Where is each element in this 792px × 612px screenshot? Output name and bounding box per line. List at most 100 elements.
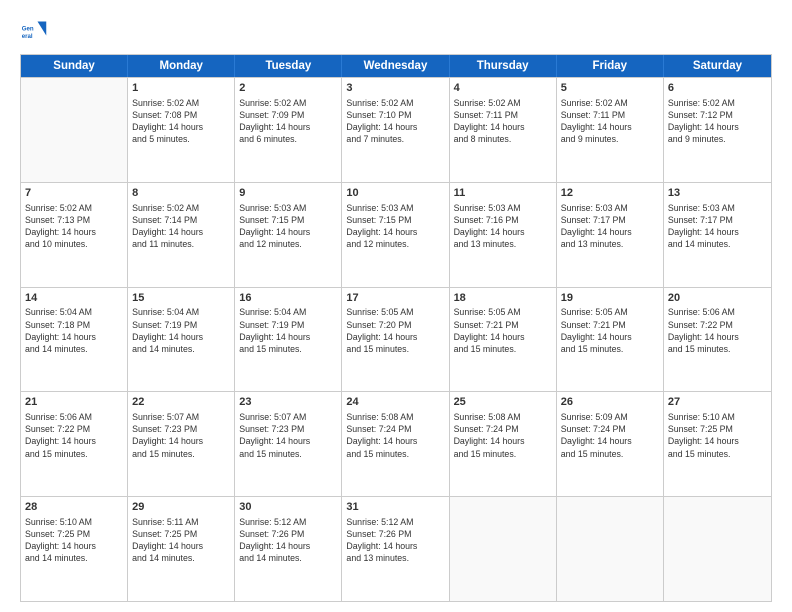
calendar-row-2: 14Sunrise: 5:04 AMSunset: 7:18 PMDayligh… [21,287,771,392]
cell-text-line: Sunset: 7:17 PM [668,214,767,226]
cell-text-line: Daylight: 14 hours [561,435,659,447]
cell-text-line: Sunrise: 5:02 AM [454,97,552,109]
day-cell-31: 31Sunrise: 5:12 AMSunset: 7:26 PMDayligh… [342,497,449,601]
cell-text-line: Sunrise: 5:04 AM [25,306,123,318]
cell-text-line: Daylight: 14 hours [454,226,552,238]
cell-text-line: Daylight: 14 hours [132,331,230,343]
cell-text-line: Sunset: 7:14 PM [132,214,230,226]
cell-text-line: Sunset: 7:19 PM [132,319,230,331]
day-cell-25: 25Sunrise: 5:08 AMSunset: 7:24 PMDayligh… [450,392,557,496]
cell-text-line: Sunset: 7:22 PM [25,423,123,435]
empty-cell-4-5 [557,497,664,601]
svg-text:Gen: Gen [22,25,34,32]
cell-text-line: Daylight: 14 hours [454,435,552,447]
day-number: 20 [668,291,767,306]
cell-text-line: Sunrise: 5:05 AM [454,306,552,318]
cell-text-line: and 9 minutes. [668,133,767,145]
cell-text-line: Sunset: 7:11 PM [561,109,659,121]
cell-text-line: and 14 minutes. [239,552,337,564]
day-number: 12 [561,186,659,201]
header-day-monday: Monday [128,55,235,77]
cell-text-line: Daylight: 14 hours [25,435,123,447]
cell-text-line: Daylight: 14 hours [239,226,337,238]
cell-text-line: Sunrise: 5:02 AM [561,97,659,109]
cell-text-line: Sunrise: 5:02 AM [239,97,337,109]
day-cell-14: 14Sunrise: 5:04 AMSunset: 7:18 PMDayligh… [21,288,128,392]
day-number: 7 [25,186,123,201]
day-cell-18: 18Sunrise: 5:05 AMSunset: 7:21 PMDayligh… [450,288,557,392]
day-cell-19: 19Sunrise: 5:05 AMSunset: 7:21 PMDayligh… [557,288,664,392]
cell-text-line: and 15 minutes. [346,343,444,355]
cell-text-line: Sunset: 7:21 PM [454,319,552,331]
cell-text-line: Sunrise: 5:03 AM [239,202,337,214]
header-day-friday: Friday [557,55,664,77]
cell-text-line: and 13 minutes. [561,238,659,250]
cell-text-line: Daylight: 14 hours [346,121,444,133]
cell-text-line: Daylight: 14 hours [561,226,659,238]
cell-text-line: Daylight: 14 hours [668,435,767,447]
day-number: 22 [132,395,230,410]
day-number: 21 [25,395,123,410]
cell-text-line: Sunset: 7:25 PM [132,528,230,540]
day-cell-21: 21Sunrise: 5:06 AMSunset: 7:22 PMDayligh… [21,392,128,496]
day-number: 16 [239,291,337,306]
day-cell-5: 5Sunrise: 5:02 AMSunset: 7:11 PMDaylight… [557,78,664,182]
cell-text-line: Daylight: 14 hours [346,331,444,343]
cell-text-line: Daylight: 14 hours [25,226,123,238]
cell-text-line: and 14 minutes. [132,552,230,564]
cell-text-line: and 15 minutes. [561,343,659,355]
cell-text-line: and 14 minutes. [668,238,767,250]
calendar-header: SundayMondayTuesdayWednesdayThursdayFrid… [21,55,771,77]
cell-text-line: Daylight: 14 hours [132,540,230,552]
day-cell-11: 11Sunrise: 5:03 AMSunset: 7:16 PMDayligh… [450,183,557,287]
day-number: 15 [132,291,230,306]
header-day-saturday: Saturday [664,55,771,77]
cell-text-line: Sunset: 7:08 PM [132,109,230,121]
cell-text-line: Sunrise: 5:12 AM [239,516,337,528]
cell-text-line: Daylight: 14 hours [561,121,659,133]
day-cell-8: 8Sunrise: 5:02 AMSunset: 7:14 PMDaylight… [128,183,235,287]
cell-text-line: Sunrise: 5:02 AM [25,202,123,214]
day-cell-13: 13Sunrise: 5:03 AMSunset: 7:17 PMDayligh… [664,183,771,287]
day-number: 28 [25,500,123,515]
cell-text-line: and 15 minutes. [668,448,767,460]
cell-text-line: and 8 minutes. [454,133,552,145]
logo: Gen eral [20,18,52,46]
cell-text-line: and 14 minutes. [25,343,123,355]
cell-text-line: Daylight: 14 hours [132,226,230,238]
calendar-row-3: 21Sunrise: 5:06 AMSunset: 7:22 PMDayligh… [21,391,771,496]
day-cell-26: 26Sunrise: 5:09 AMSunset: 7:24 PMDayligh… [557,392,664,496]
cell-text-line: Daylight: 14 hours [668,331,767,343]
cell-text-line: and 9 minutes. [561,133,659,145]
cell-text-line: Sunset: 7:16 PM [454,214,552,226]
cell-text-line: Sunrise: 5:09 AM [561,411,659,423]
cell-text-line: and 15 minutes. [454,343,552,355]
cell-text-line: Sunrise: 5:05 AM [346,306,444,318]
cell-text-line: Daylight: 14 hours [346,226,444,238]
day-number: 2 [239,81,337,96]
cell-text-line: Sunrise: 5:08 AM [454,411,552,423]
empty-cell-4-6 [664,497,771,601]
cell-text-line: and 12 minutes. [346,238,444,250]
day-cell-3: 3Sunrise: 5:02 AMSunset: 7:10 PMDaylight… [342,78,449,182]
cell-text-line: and 11 minutes. [132,238,230,250]
cell-text-line: Daylight: 14 hours [668,226,767,238]
cell-text-line: Sunrise: 5:12 AM [346,516,444,528]
header-day-thursday: Thursday [450,55,557,77]
day-cell-7: 7Sunrise: 5:02 AMSunset: 7:13 PMDaylight… [21,183,128,287]
cell-text-line: Sunset: 7:09 PM [239,109,337,121]
cell-text-line: and 10 minutes. [25,238,123,250]
cell-text-line: Sunrise: 5:03 AM [668,202,767,214]
day-number: 24 [346,395,444,410]
cell-text-line: Sunset: 7:25 PM [25,528,123,540]
cell-text-line: Sunset: 7:17 PM [561,214,659,226]
day-cell-16: 16Sunrise: 5:04 AMSunset: 7:19 PMDayligh… [235,288,342,392]
cell-text-line: Daylight: 14 hours [132,435,230,447]
day-number: 25 [454,395,552,410]
cell-text-line: Sunrise: 5:04 AM [239,306,337,318]
cell-text-line: Sunset: 7:24 PM [561,423,659,435]
day-number: 29 [132,500,230,515]
page: Gen eral SundayMondayTuesdayWednesdayThu… [0,0,792,612]
cell-text-line: Sunset: 7:24 PM [346,423,444,435]
cell-text-line: Sunrise: 5:02 AM [346,97,444,109]
